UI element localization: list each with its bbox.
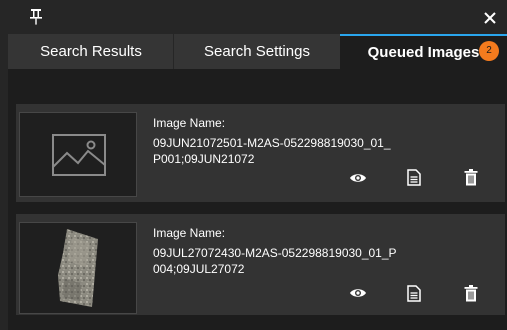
image-thumbnail (19, 112, 137, 197)
tab-label: Queued Images (367, 44, 480, 61)
pin-icon[interactable] (28, 8, 44, 26)
tab-queued-images[interactable]: Queued Images 2 (340, 34, 507, 69)
queued-image-card: Image Name: 09JUL27072430-M2AS-052298819… (16, 214, 505, 315)
image-thumbnail (19, 222, 137, 314)
title-bar (0, 0, 507, 35)
trash-icon[interactable] (464, 285, 478, 302)
tab-label: Search Results (40, 43, 142, 60)
tab-bar: Search Results Search Settings Queued Im… (8, 34, 507, 69)
queued-images-panel: Image Name: 09JUN21072501-M2AS-052298819… (8, 69, 507, 330)
close-icon[interactable] (483, 11, 497, 25)
image-name-value: 09JUN21072501-M2AS-052298819030_01_P001;… (153, 136, 391, 166)
document-icon[interactable] (407, 285, 421, 302)
image-name-value: 09JUL27072430-M2AS-052298819030_01_P004;… (153, 246, 397, 276)
tab-label: Search Settings (204, 43, 310, 60)
image-name-label: Image Name: (153, 226, 226, 240)
eye-icon[interactable] (349, 172, 367, 184)
trash-icon[interactable] (464, 169, 478, 186)
image-name-label: Image Name: (153, 116, 226, 130)
tab-search-results[interactable]: Search Results (8, 34, 174, 69)
document-icon[interactable] (407, 169, 421, 186)
image-placeholder-icon (52, 134, 106, 176)
eye-icon[interactable] (349, 287, 367, 299)
satellite-image-thumbnail (58, 229, 98, 307)
tab-search-settings[interactable]: Search Settings (174, 34, 340, 69)
queued-image-card: Image Name: 09JUN21072501-M2AS-052298819… (16, 104, 505, 202)
queue-count-badge: 2 (479, 41, 499, 61)
